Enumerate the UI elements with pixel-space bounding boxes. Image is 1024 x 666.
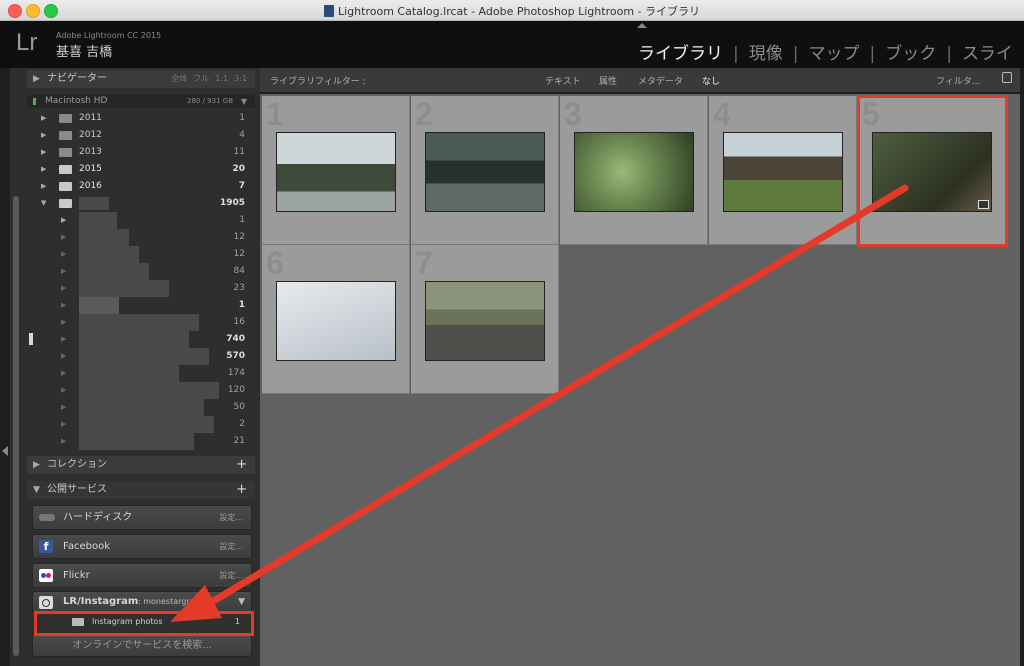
arrow-shaft	[201, 184, 909, 610]
arrow-head	[170, 585, 222, 622]
annotation-arrow	[170, 184, 909, 622]
